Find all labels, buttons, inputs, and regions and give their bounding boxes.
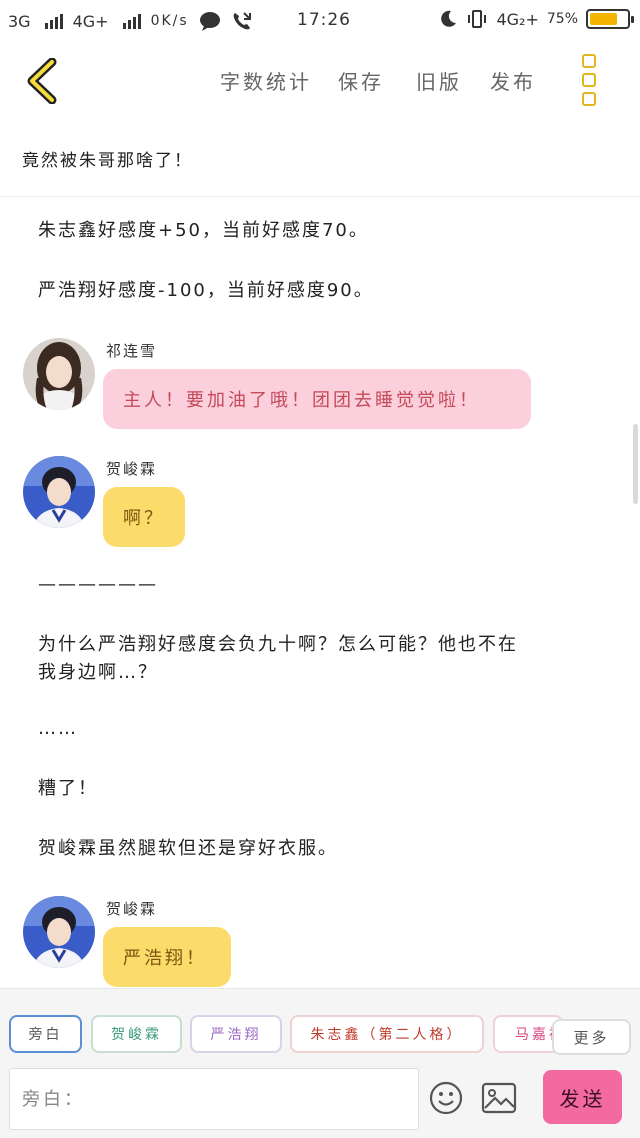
more-roles-button[interactable]: 更多 [552,1019,631,1055]
scrollbar[interactable] [633,424,638,504]
chat-bubble[interactable]: 啊？ [103,487,185,547]
vibrate-icon [468,10,487,28]
old-version-button[interactable]: 旧版 [416,66,462,95]
narration-line: 贺峻霖虽然腿软但还是穿好衣服。 [38,838,338,859]
speaker-name: 贺峻霖 [106,460,158,478]
battery-icon [586,9,634,29]
avatar[interactable] [23,456,95,528]
clock: 17:26 [297,10,351,30]
role-selector: 旁白 贺峻霖 严浩翔 朱志鑫（第二人格） 马嘉祺 更多 [0,988,640,1066]
avatar[interactable] [23,896,95,968]
narration-line: 朱志鑫好感度+50，当前好感度70。 [38,220,369,241]
story-content: 朱志鑫好感度+50，当前好感度70。 严浩翔好感度-100，当前好感度90。 祁… [0,198,640,988]
narration-line: 我身边啊…？ [38,662,158,683]
network-3g-label: 3G [8,11,31,31]
network-4g-label: 4G+ [72,11,109,31]
avatar[interactable] [23,338,95,410]
network-4g2-label: 4G₂+ [496,9,539,29]
signal-icon [44,13,63,29]
narration-line: 为什么严浩翔好感度会负九十啊？怎么可能？他也不在 [38,634,518,655]
signal-icon-2 [122,13,141,29]
more-menu-icon[interactable] [578,54,600,106]
moon-icon [441,10,457,27]
battery-percent: 75% [546,11,578,27]
speaker-name: 贺峻霖 [106,900,158,918]
input-row: 发送 [0,1066,640,1138]
word-count-button[interactable]: 字数统计 [220,66,312,95]
chapter-title[interactable]: 竟然被朱哥那啥了！ [22,146,193,171]
narration-line: …… [38,718,78,739]
narration-line: —————— [38,574,158,595]
phone-missed-icon [233,12,251,30]
image-icon[interactable] [481,1082,517,1114]
chat-bubble[interactable]: 主人！要加油了哦！团团去睡觉觉啦！ [103,369,531,429]
status-bar: 3G 4G+ 0K/s 17:26 4G₂+ 75% [0,0,640,40]
back-arrow-icon[interactable] [22,58,62,104]
publish-button[interactable]: 发布 [490,66,536,95]
network-speed: 0K/s [150,13,189,29]
narration-line: 糟了！ [38,778,98,799]
role-chip-zhu-zhixin[interactable]: 朱志鑫（第二人格） [290,1015,484,1053]
speaker-name: 祁连雪 [106,342,158,360]
message-icon [199,12,220,31]
role-chip-yan-haoxiang[interactable]: 严浩翔 [190,1015,282,1053]
save-button[interactable]: 保存 [338,66,384,95]
divider [0,196,640,197]
send-button[interactable]: 发送 [543,1070,622,1124]
emoji-icon[interactable] [428,1080,464,1116]
role-chip-he-junlin[interactable]: 贺峻霖 [91,1015,182,1053]
message-input[interactable] [9,1068,419,1130]
chat-bubble[interactable]: 严浩翔！ [103,927,231,987]
narration-line: 严浩翔好感度-100，当前好感度90。 [38,280,374,301]
editor-toolbar: 字数统计 保存 旧版 发布 [0,48,640,114]
role-chip-narrator[interactable]: 旁白 [9,1015,82,1053]
